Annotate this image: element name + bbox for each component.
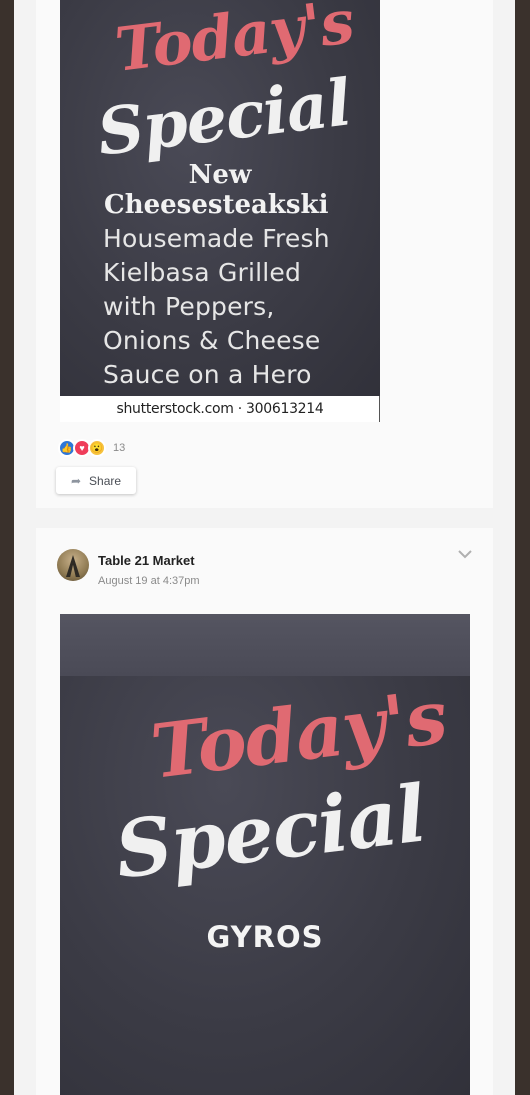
chevron-down-icon[interactable] [458,548,472,560]
share-label: Share [89,473,122,488]
description-line: Housemade Fresh [103,224,330,253]
reaction-summary[interactable]: 👍 ♥ 😮 13 [58,438,125,458]
image-top-band [60,614,470,676]
item-name: Cheesesteakski [104,190,329,220]
new-label: New [188,160,252,190]
post-image[interactable]: Today's Special New Cheesesteakski House… [60,0,380,396]
reaction-count: 13 [113,442,126,454]
share-button[interactable]: ➦ Share [56,467,136,494]
dish-name: GYROS [206,920,324,954]
avatar[interactable] [57,549,89,581]
post-author[interactable]: Table 21 Market [98,553,195,568]
description-line: Kielbasa Grilled [103,258,302,287]
description-line: Sauce on a Hero [103,360,312,389]
description-line: Onions & Cheese [103,326,321,355]
share-icon: ➦ [70,473,82,488]
image-watermark: shutterstock.com · 300613214 [60,396,380,422]
post-image[interactable]: Today's Special GYROS [60,614,470,1095]
item-description: Housemade Fresh Kielbasa Grilled with Pe… [103,222,378,392]
wow-icon: 😮 [88,439,106,457]
description-line: with Peppers, [103,292,275,321]
post-timestamp[interactable]: August 19 at 4:37pm [98,575,200,587]
